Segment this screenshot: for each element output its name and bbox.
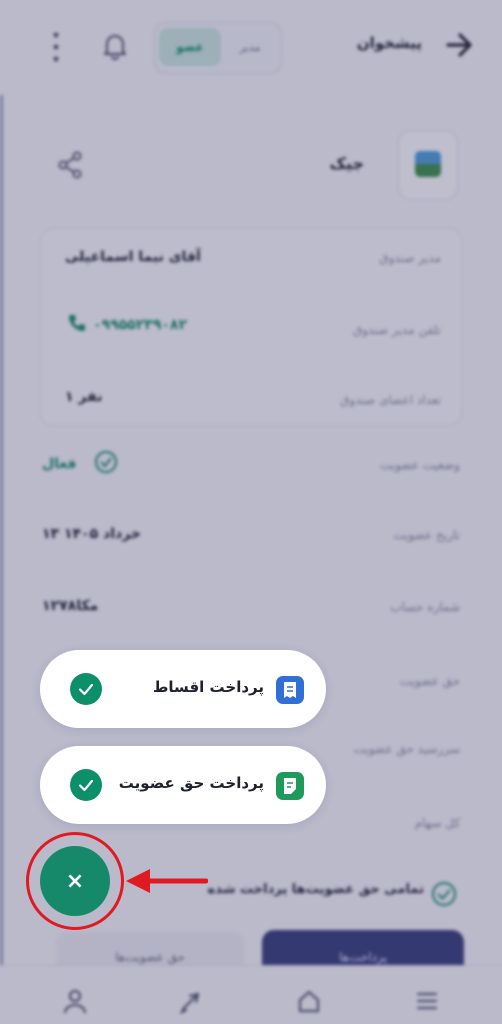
close-icon: × [65,868,85,894]
installment-payment-label: پرداخت اقساط [152,678,264,696]
installment-payment-option[interactable]: پرداخت اقساط [40,650,326,728]
app-root: پیشخوان عضو مدیر جیک مدیر صندوق آقای نیم… [0,0,502,1024]
membership-fee-payment-option[interactable]: پرداخت حق عضویت [40,746,326,824]
document-icon [276,772,304,800]
receipt-icon [276,676,304,704]
close-fab-button[interactable]: × [40,846,110,916]
check-icon [70,673,102,705]
check-icon [70,769,102,801]
membership-fee-payment-label: پرداخت حق عضویت [118,774,264,792]
red-pointer-arrow-icon [126,869,208,893]
